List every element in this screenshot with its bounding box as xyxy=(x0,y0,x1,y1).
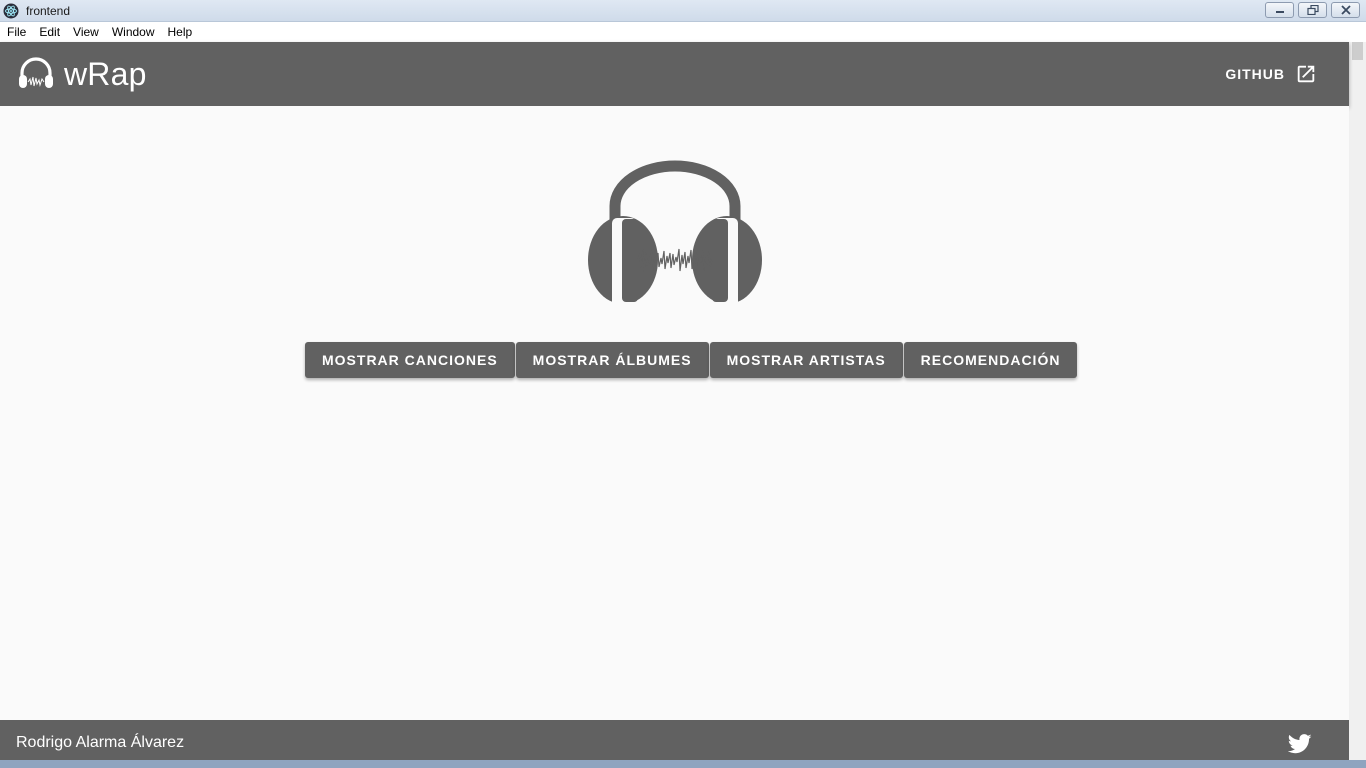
scrollbar-thumb[interactable] xyxy=(1352,42,1363,60)
electron-app-icon xyxy=(3,3,19,18)
main-content: MOSTRAR CANCIONES MOSTRAR ÁLBUMES MOSTRA… xyxy=(0,106,1349,720)
action-button-row: MOSTRAR CANCIONES MOSTRAR ÁLBUMES MOSTRA… xyxy=(305,342,1078,378)
twitter-icon[interactable] xyxy=(1288,734,1312,754)
vertical-scrollbar[interactable] xyxy=(1349,42,1366,762)
app-title: wRap xyxy=(64,55,147,92)
app-header: wRap GITHUB xyxy=(0,42,1349,106)
show-songs-button[interactable]: MOSTRAR CANCIONES xyxy=(305,342,515,378)
close-button[interactable] xyxy=(1331,2,1360,18)
menu-bar: File Edit View Window Help xyxy=(0,22,1366,42)
menu-view[interactable]: View xyxy=(73,25,99,39)
restore-icon xyxy=(1306,5,1319,15)
recommendation-button[interactable]: RECOMENDACIÓN xyxy=(903,342,1078,378)
github-label: GITHUB xyxy=(1225,66,1285,82)
window-titlebar: frontend xyxy=(0,0,1366,22)
headphones-icon xyxy=(19,57,53,88)
show-albums-button[interactable]: MOSTRAR ÁLBUMES xyxy=(515,342,709,378)
menu-file[interactable]: File xyxy=(7,25,26,39)
headphones-logo-icon xyxy=(588,160,762,306)
close-icon xyxy=(1340,5,1351,15)
restore-button[interactable] xyxy=(1298,2,1327,18)
minimize-button[interactable] xyxy=(1265,2,1294,18)
minimize-icon xyxy=(1275,11,1284,13)
taskbar-strip xyxy=(0,760,1366,768)
github-button[interactable]: GITHUB xyxy=(1225,60,1317,88)
window-title: frontend xyxy=(26,3,71,18)
menu-window[interactable]: Window xyxy=(112,25,155,39)
menu-help[interactable]: Help xyxy=(168,25,193,39)
open-in-new-icon xyxy=(1297,65,1315,83)
menu-edit[interactable]: Edit xyxy=(39,25,60,39)
window-controls xyxy=(1265,2,1360,18)
show-artists-button[interactable]: MOSTRAR ARTISTAS xyxy=(709,342,903,378)
author-name: Rodrigo Alarma Álvarez xyxy=(16,734,185,751)
